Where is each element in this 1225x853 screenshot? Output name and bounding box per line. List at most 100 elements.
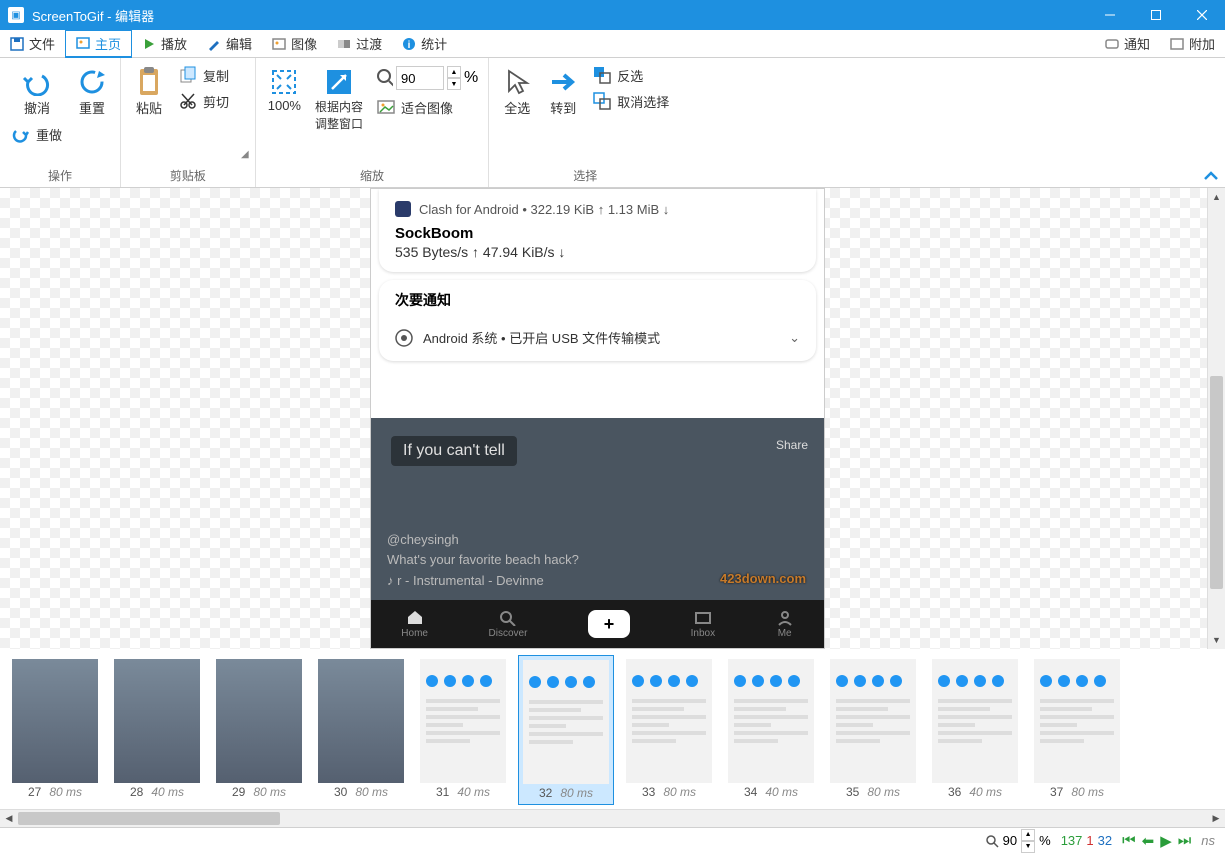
fit-window-button[interactable]: 根据内容 调整窗口 [309, 62, 369, 136]
next-frame-button[interactable]: ▶ [1160, 832, 1172, 850]
frame-image [728, 659, 814, 783]
magnifier-icon [375, 69, 393, 87]
frame-thumb-30[interactable]: 3080 ms [314, 655, 408, 803]
select-all-button[interactable]: 全选 [495, 62, 539, 121]
frame-label: 3380 ms [642, 785, 696, 799]
close-button[interactable] [1179, 0, 1225, 30]
undo-button[interactable]: 撤消 [6, 62, 68, 121]
canvas-checkerboard[interactable]: Clash for Android • 322.19 KiB ↑ 1.13 Mi… [0, 188, 1207, 649]
picture-icon [272, 37, 286, 51]
fit-image-button[interactable]: 适合图像 [371, 94, 482, 120]
nav-home[interactable]: Home [401, 610, 428, 639]
deselect-button[interactable]: 取消选择 [587, 88, 675, 114]
person-icon [776, 610, 794, 626]
scroll-right-button[interactable]: ▶ [1207, 813, 1225, 824]
frame-thumb-35[interactable]: 3580 ms [826, 655, 920, 803]
zoom-100-button[interactable]: 100% [262, 62, 307, 117]
tab-file[interactable]: 文件 [0, 30, 65, 58]
tab-transition[interactable]: 过渡 [327, 30, 392, 58]
frame-label: 3780 ms [1050, 785, 1104, 799]
android-icon [395, 329, 413, 347]
reset-icon [76, 66, 108, 98]
tiktok-background: Share If you can't tell @cheysingh What'… [371, 418, 824, 648]
last-frame-button[interactable]: ⏭ [1178, 832, 1192, 850]
scroll-up-button[interactable]: ▲ [1208, 188, 1225, 206]
frame-thumb-31[interactable]: 3140 ms [416, 655, 510, 803]
svg-text:i: i [408, 40, 411, 51]
caption-bubble: If you can't tell [391, 436, 517, 466]
frame-image [216, 659, 302, 783]
frame-label: 2780 ms [28, 785, 82, 799]
frame-label: 3140 ms [436, 785, 490, 799]
prev-frame-button[interactable]: ⬅ [1142, 832, 1155, 850]
redo-button[interactable]: 重做 [6, 121, 68, 147]
ribbon-collapse-button[interactable] [1203, 169, 1219, 183]
frame-image [318, 659, 404, 783]
clipboard-dialog-launcher[interactable]: ◢ [241, 149, 249, 160]
frame-thumb-36[interactable]: 3640 ms [928, 655, 1022, 803]
undo-icon [21, 66, 53, 98]
nav-me[interactable]: Me [776, 610, 794, 639]
goto-button[interactable]: 转到 [541, 62, 585, 121]
zoom-input[interactable] [396, 66, 444, 90]
tab-home[interactable]: 主页 [65, 30, 132, 58]
canvas-area: Clash for Android • 322.19 KiB ↑ 1.13 Mi… [0, 188, 1225, 649]
nav-inbox[interactable]: Inbox [691, 610, 715, 639]
tiktok-meta: @cheysingh What's your favorite beach ha… [387, 530, 579, 592]
frame-thumb-34[interactable]: 3440 ms [724, 655, 818, 803]
tab-image[interactable]: 图像 [262, 30, 327, 58]
notification-icon [1105, 37, 1119, 51]
frame-image [114, 659, 200, 783]
pencil-icon [207, 37, 221, 51]
play-icon [142, 37, 156, 51]
first-frame-button[interactable]: ⏮ [1122, 832, 1136, 850]
vscroll-thumb[interactable] [1210, 376, 1223, 589]
cut-button[interactable]: 剪切 [173, 88, 235, 114]
frame-thumb-27[interactable]: 2780 ms [8, 655, 102, 803]
app-icon: ▣ [8, 7, 24, 23]
horizontal-scrollbar[interactable]: ◀ ▶ [0, 809, 1225, 827]
frame-label: 3280 ms [539, 786, 593, 800]
info-icon: i [402, 37, 416, 51]
zoom-spinner[interactable]: ▲▼ [447, 66, 461, 90]
tab-edit[interactable]: 编辑 [197, 30, 262, 58]
maximize-button[interactable] [1133, 0, 1179, 30]
scissors-icon [179, 92, 197, 110]
reset-button[interactable]: 重置 [70, 62, 114, 121]
frames-strip: 2780 ms 2840 ms2980 ms3080 ms 3140 ms 3280 … [0, 649, 1225, 809]
watermark: 423down.com [720, 571, 806, 586]
fit-image-icon [377, 98, 395, 116]
frame-label: 3640 ms [948, 785, 1002, 799]
frame-image [12, 659, 98, 783]
invert-selection-button[interactable]: 反选 [587, 62, 675, 88]
status-zoom-spinner[interactable]: ▲▼ [1021, 829, 1035, 853]
minimize-button[interactable] [1087, 0, 1133, 30]
titlebar: ▣ ScreenToGif - 编辑器 [0, 0, 1225, 30]
frame-thumb-32[interactable]: 3280 ms [518, 655, 614, 805]
tab-play[interactable]: 播放 [132, 30, 197, 58]
transition-icon [337, 37, 351, 51]
tab-attach[interactable]: 附加 [1160, 30, 1225, 58]
frame-thumb-29[interactable]: 2980 ms [212, 655, 306, 803]
vertical-scrollbar[interactable]: ▲ ▼ [1207, 188, 1225, 649]
ribbon-group-operations: 撤消 重做 重置 操作 [0, 58, 121, 187]
tab-stats[interactable]: i统计 [392, 30, 457, 58]
frame-label: 3440 ms [744, 785, 798, 799]
status-suffix: ns [1201, 833, 1215, 848]
frame-thumb-37[interactable]: 3780 ms [1030, 655, 1124, 803]
attach-icon [1170, 37, 1184, 51]
nav-discover[interactable]: Discover [489, 610, 528, 639]
scroll-down-button[interactable]: ▼ [1208, 631, 1225, 649]
frame-image [626, 659, 712, 783]
nav-add-button[interactable]: + [588, 610, 630, 638]
tab-notifications[interactable]: 通知 [1095, 30, 1160, 58]
frame-thumb-28[interactable]: 2840 ms [110, 655, 204, 803]
paste-button[interactable]: 粘贴 [127, 62, 171, 121]
copy-button[interactable]: 复制 [173, 62, 235, 88]
deselect-icon [593, 92, 611, 110]
window-title: ScreenToGif - 编辑器 [32, 6, 1087, 25]
android-system-row[interactable]: Android 系统 • 已开启 USB 文件传输模式 ⌄ [379, 320, 816, 361]
hscroll-thumb[interactable] [18, 812, 280, 825]
frame-thumb-33[interactable]: 3380 ms [622, 655, 716, 803]
scroll-left-button[interactable]: ◀ [0, 813, 18, 824]
